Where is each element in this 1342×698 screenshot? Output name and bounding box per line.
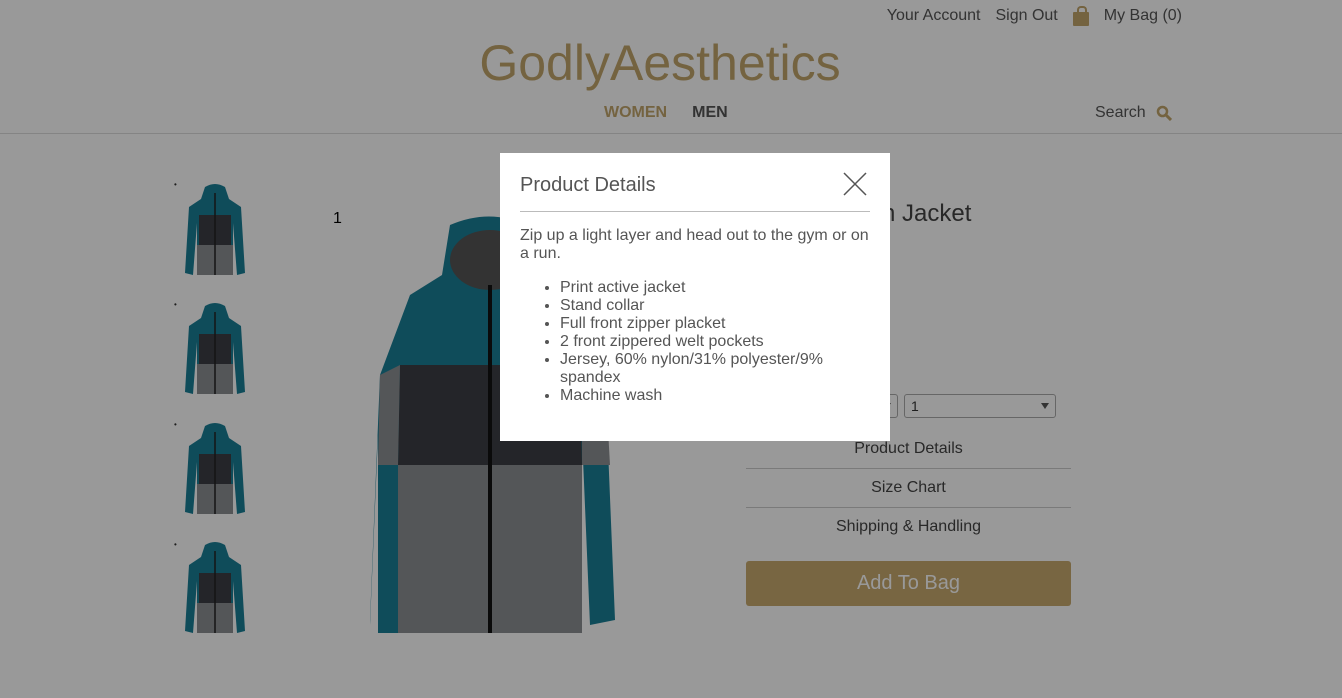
- list-item: Jersey, 60% nylon/31% polyester/9% spand…: [560, 351, 870, 387]
- list-item: Machine wash: [560, 387, 870, 405]
- product-description: Zip up a light layer and head out to the…: [520, 227, 869, 262]
- list-item: Stand collar: [560, 297, 870, 315]
- modal-title: Product Details: [520, 174, 656, 196]
- close-icon[interactable]: [842, 171, 868, 197]
- list-item: 2 front zippered welt pockets: [560, 333, 870, 351]
- product-details-modal: Product Details Zip up a light layer and…: [500, 153, 890, 441]
- list-item: Full front zipper placket: [560, 315, 870, 333]
- feature-list: Print active jacket Stand collar Full fr…: [520, 279, 870, 405]
- list-item: Print active jacket: [560, 279, 870, 297]
- modal-divider: [520, 211, 870, 212]
